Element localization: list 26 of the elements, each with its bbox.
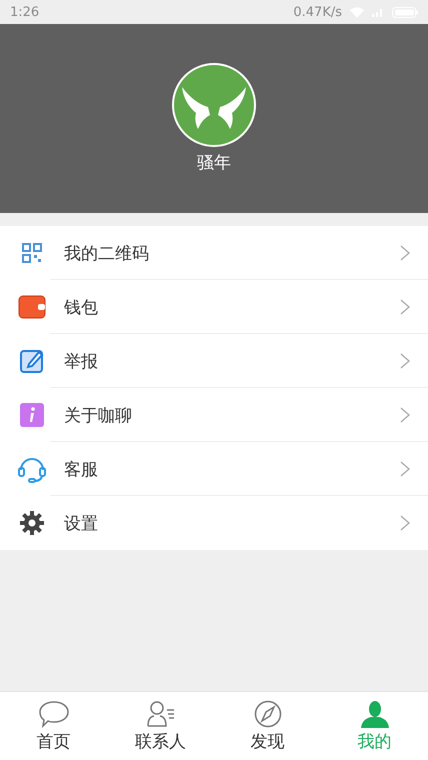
contacts-icon [144, 700, 176, 728]
menu-item[interactable]: 设置 [0, 496, 428, 550]
menu-item[interactable]: 钱包 [0, 280, 428, 334]
chevron-right-icon [400, 245, 410, 261]
qr-code-icon [22, 243, 42, 263]
edit-icon [19, 348, 45, 374]
settings-icon [19, 510, 45, 536]
tab-item[interactable]: 首页 [0, 692, 107, 760]
tab-item[interactable]: 发现 [214, 692, 321, 760]
menu-item[interactable]: 举报 [0, 334, 428, 388]
network-speed: 0.47K/s [293, 4, 342, 20]
user-name: 骚年 [197, 152, 231, 174]
menu-item[interactable]: 客服 [0, 442, 428, 496]
chevron-right-icon [400, 299, 410, 315]
person-icon [358, 700, 390, 728]
chevron-right-icon [400, 353, 410, 369]
menu-item[interactable]: 我的二维码 [0, 226, 428, 280]
chevron-right-icon [400, 407, 410, 423]
chevron-right-icon [400, 461, 410, 477]
wallet-icon [18, 295, 46, 319]
info-icon [20, 403, 44, 427]
chevron-right-icon [400, 515, 410, 531]
status-time: 1:26 [10, 4, 40, 20]
tab-item[interactable]: 联系人 [107, 692, 214, 760]
chat-bubble-icon [38, 700, 70, 728]
menu-item[interactable]: 关于咖聊 [0, 388, 428, 442]
